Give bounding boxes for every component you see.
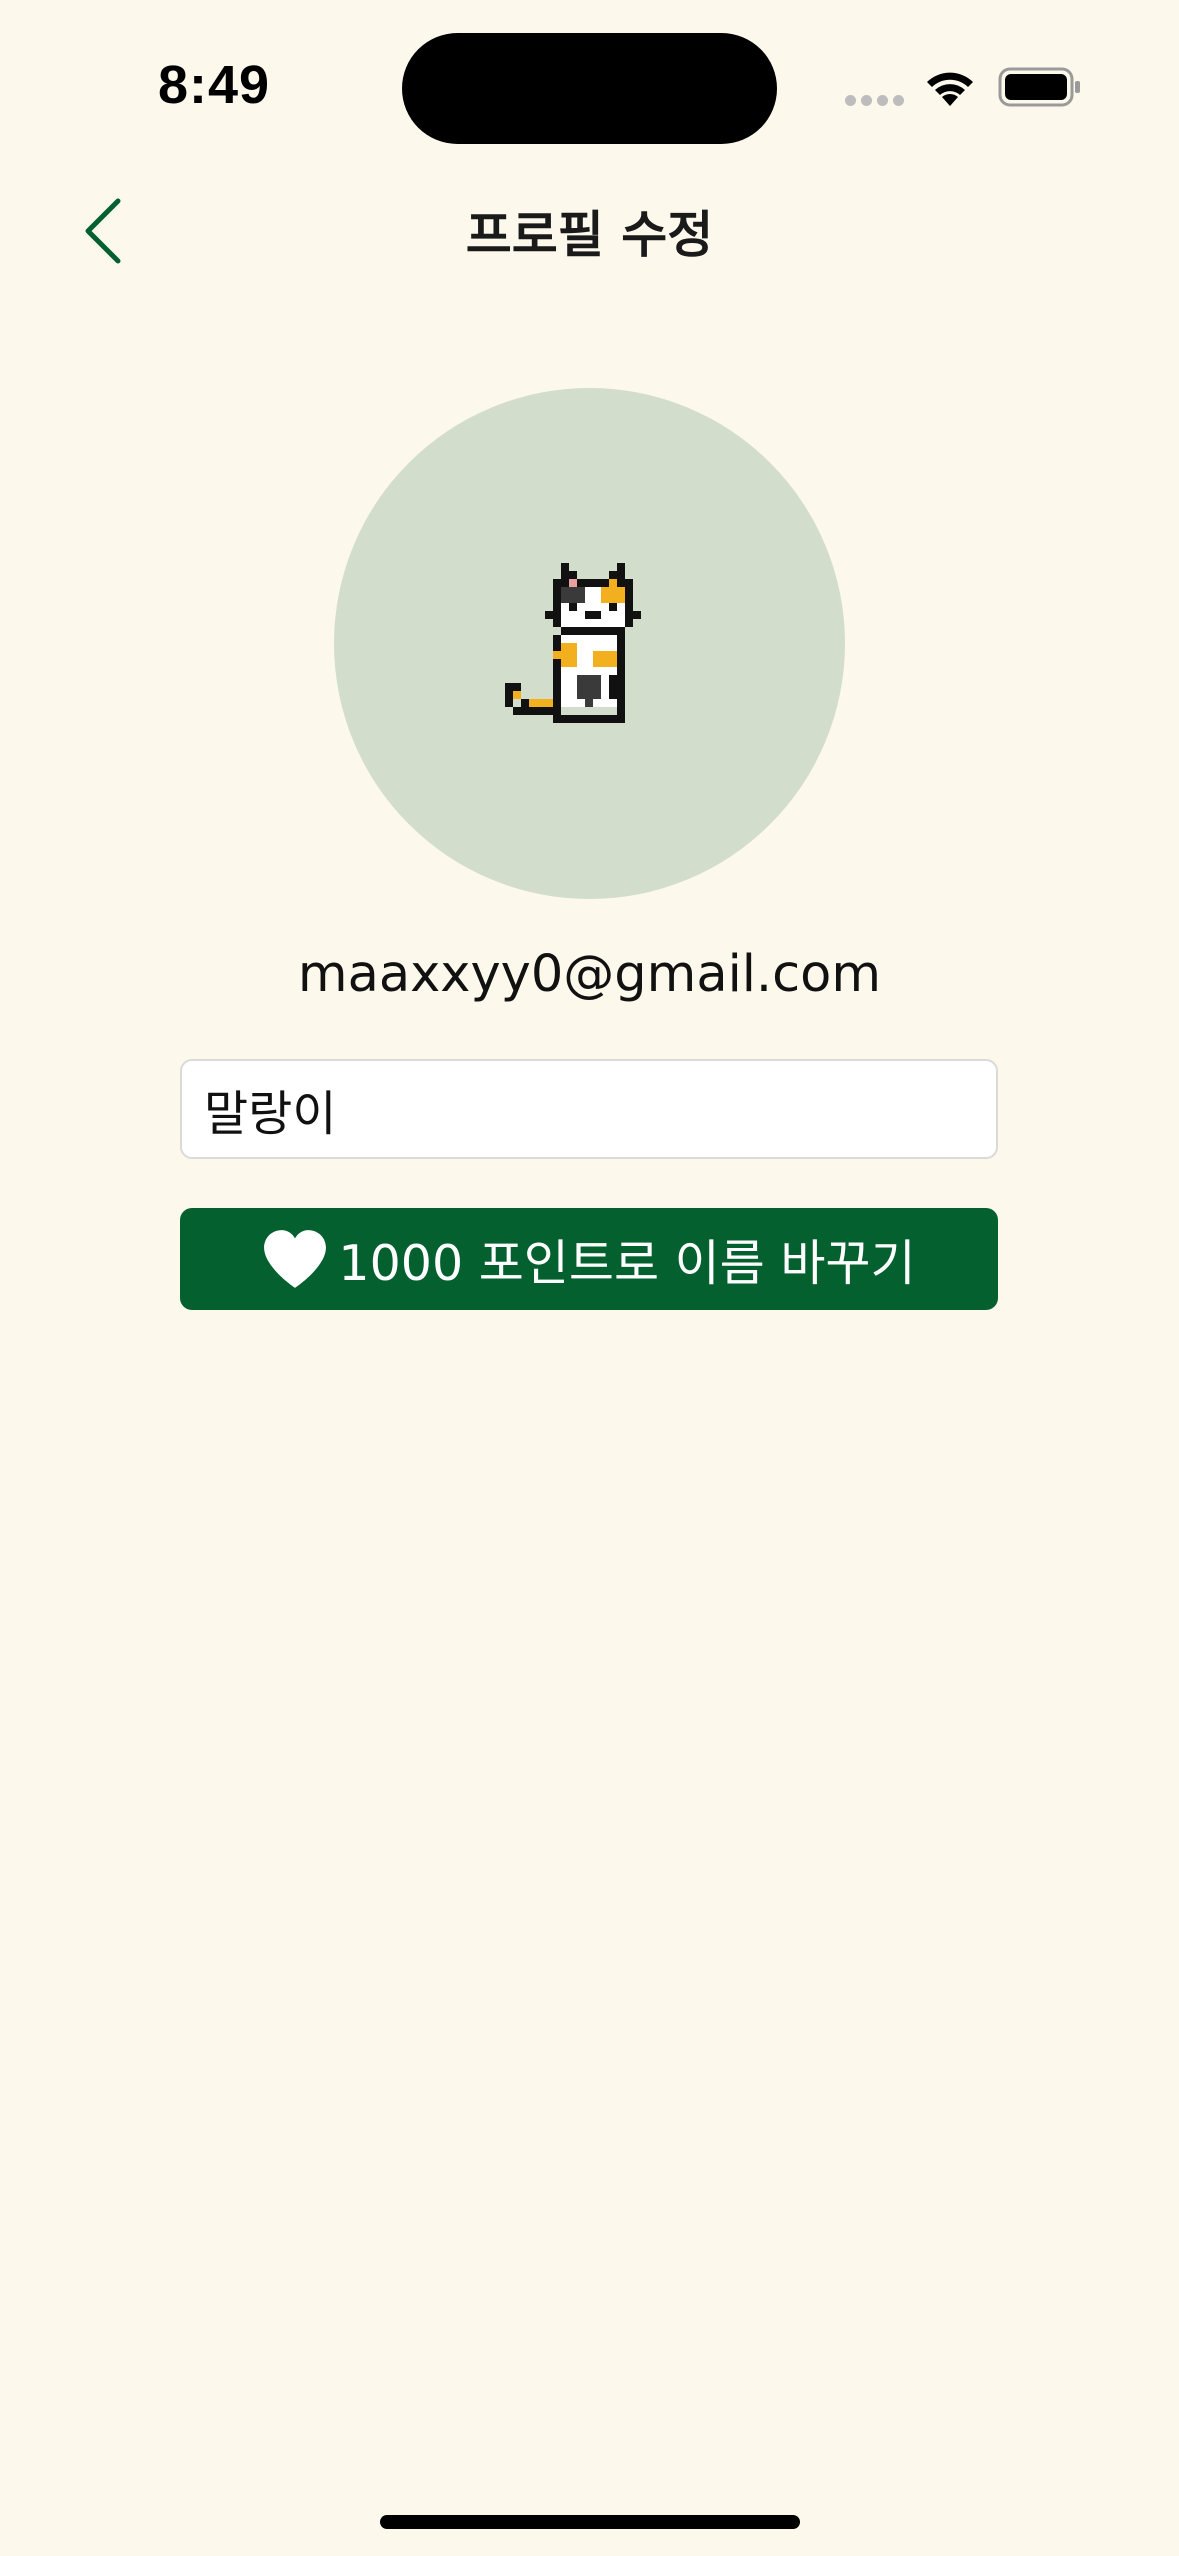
navigation-bar: 프로필 수정	[0, 175, 1179, 285]
email-text: maaxxyy0@gmail.com	[297, 945, 882, 1004]
dynamic-island	[402, 33, 777, 144]
heart-icon	[264, 1230, 327, 1288]
status-time: 8:49	[158, 55, 271, 115]
avatar[interactable]	[334, 388, 845, 899]
wifi-icon	[927, 72, 973, 106]
rename-with-points-button[interactable]: 1000 포인트로 이름 바꾸기	[180, 1208, 998, 1310]
page-title: 프로필 수정	[465, 206, 714, 264]
pixel-cat-icon	[505, 563, 641, 723]
home-indicator	[380, 2515, 800, 2529]
rename-button-label: 1000 포인트로 이름 바꾸기	[338, 1234, 916, 1292]
status-bar: 8:49	[0, 0, 1179, 175]
battery-icon	[998, 67, 1080, 107]
nickname-input[interactable]	[180, 1059, 998, 1159]
cellular-signal-icon	[845, 95, 904, 106]
